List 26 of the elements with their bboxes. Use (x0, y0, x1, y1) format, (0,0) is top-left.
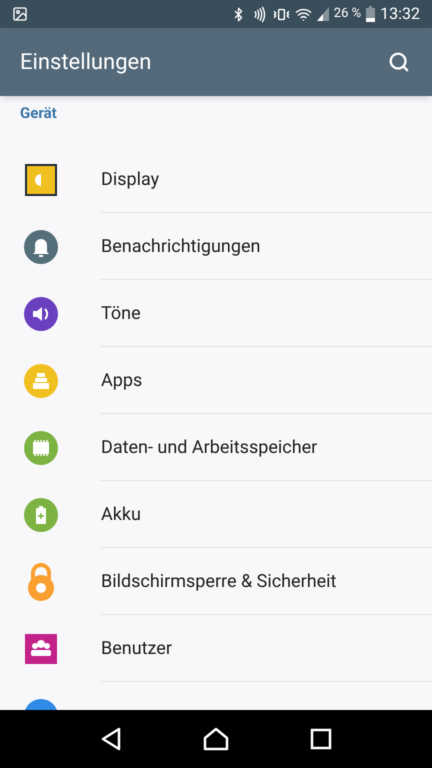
back-button[interactable] (100, 727, 122, 751)
signal-icon (316, 7, 329, 21)
settings-item[interactable]: Bildschirmsperre & Sicherheit (0, 548, 432, 615)
clock: 13:32 (380, 3, 420, 25)
settings-item[interactable]: Akku (0, 481, 432, 548)
settings-item[interactable]: Benutzer (0, 615, 432, 682)
section-header: Gerät (20, 102, 57, 124)
home-button[interactable] (202, 727, 229, 751)
settings-item-label: Benutzer (101, 636, 172, 660)
settings-item-label: Benachrichtigungen (101, 234, 260, 258)
settings-item-label: Akku (101, 502, 141, 526)
recent-apps-button[interactable] (310, 728, 332, 750)
settings-item-label: Daten- und Arbeitsspeicher (101, 436, 318, 460)
app-bar-title: Einstellungen (20, 48, 152, 76)
settings-item-label: Töne (101, 302, 141, 326)
settings-item[interactable]: Töne (0, 280, 432, 347)
settings-item-label: Bildschirmsperre & Sicherheit (101, 570, 336, 594)
settings-item-label: Apps (101, 368, 142, 392)
settings-item[interactable]: Apps (0, 347, 432, 414)
settings-item-label: Display (101, 168, 160, 192)
battery-status-icon (366, 6, 376, 22)
settings-item[interactable]: Benachrichtigungen (0, 213, 432, 280)
settings-item[interactable]: Display (0, 146, 432, 213)
settings-item[interactable]: Daten- und Arbeitsspeicher (0, 414, 432, 481)
image-notification-icon (12, 6, 28, 22)
battery-percentage: 26 % (334, 5, 362, 24)
